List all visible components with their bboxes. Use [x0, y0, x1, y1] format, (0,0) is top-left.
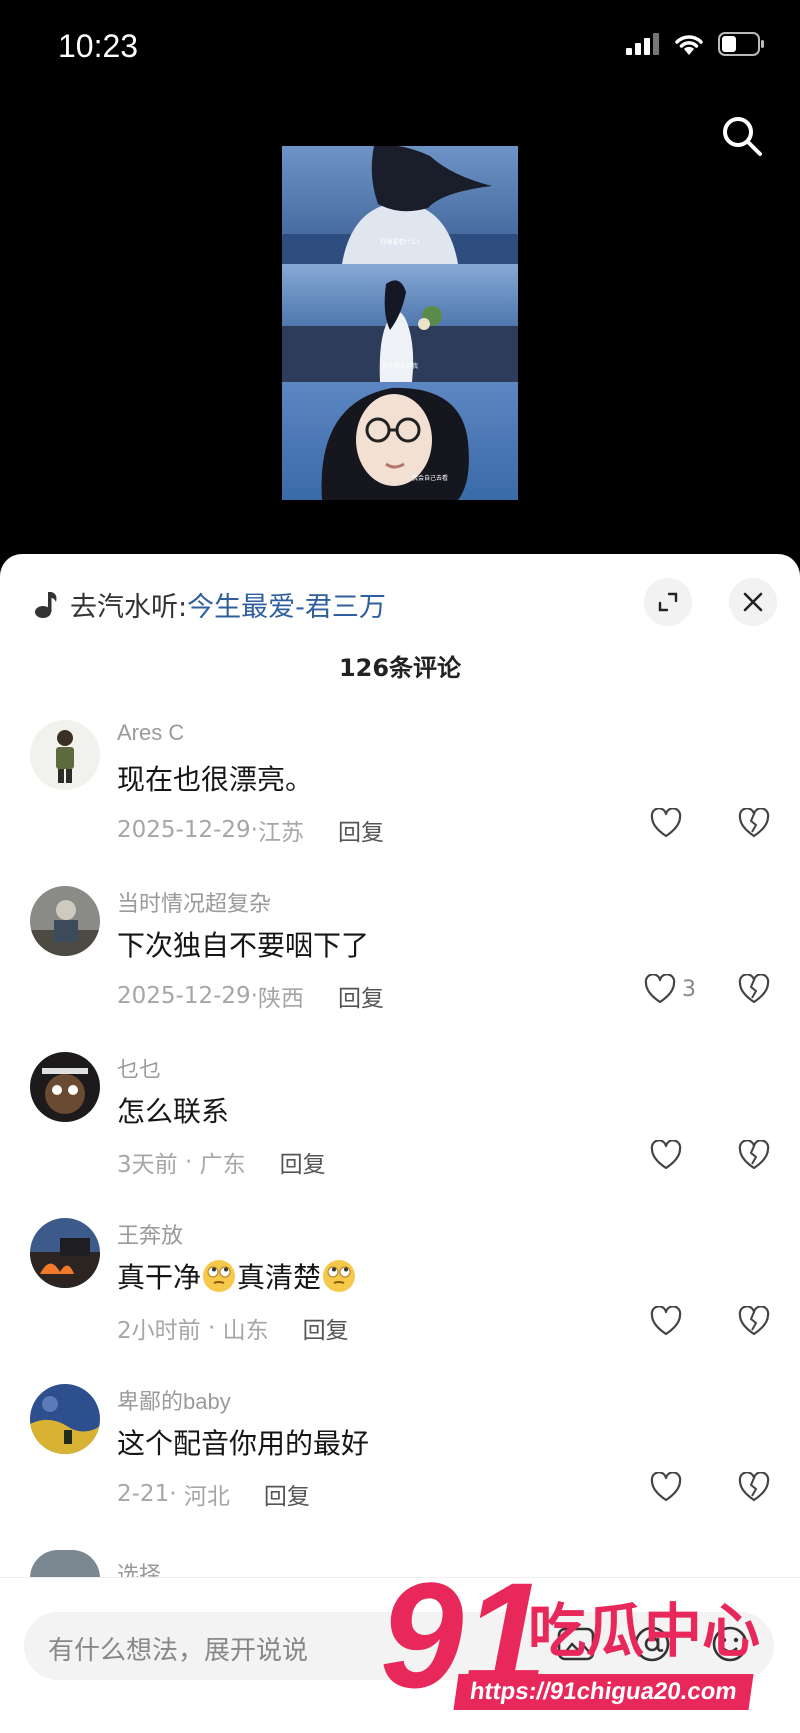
- heart-icon: [650, 1140, 682, 1170]
- watermark: 91 吃瓜中心 https://91chigua20.com: [380, 1560, 800, 1732]
- comment-username[interactable]: 乜乜: [117, 1052, 161, 1084]
- broken-heart-icon: [738, 1471, 770, 1502]
- like-button[interactable]: [650, 1140, 688, 1170]
- video-subtitle-3: 我会自己去看: [412, 474, 448, 482]
- rolling-eyes-emoji-icon: [323, 1260, 356, 1292]
- comment-meta: 2025-12-29 · 陕西 回复: [117, 979, 384, 1013]
- heart-icon: [644, 974, 676, 1004]
- avatar[interactable]: [30, 720, 100, 790]
- comment-text: 下次独自不要咽下了: [117, 929, 370, 962]
- avatar[interactable]: [30, 1218, 100, 1288]
- video-frame-2: 你不用告诉我: [282, 264, 518, 382]
- like-count: 3: [682, 976, 696, 1002]
- comment-meta: 2小时前 · 山东 回复: [117, 1311, 349, 1345]
- comment-region: 江苏: [257, 820, 304, 846]
- comment-count: 126条评论: [338, 654, 462, 682]
- like-button[interactable]: 3: [644, 974, 696, 1004]
- comment-meta: 2025-12-29 · 江苏 回复: [117, 813, 384, 847]
- comment-item: 王奔放 真干净 真清楚 2小时前 · 山东 回复: [0, 1218, 800, 1384]
- music-note-icon: [34, 590, 58, 618]
- comment-date: 2-21: [117, 1481, 170, 1507]
- reply-button[interactable]: 回复: [338, 813, 384, 847]
- heart-icon: [650, 1306, 682, 1336]
- close-icon: [743, 592, 763, 612]
- comment-date: 2025-12-29: [117, 983, 251, 1009]
- comment-date: 2小时前: [117, 1318, 201, 1344]
- comment-text-part: 真干净: [117, 1261, 202, 1294]
- avatar[interactable]: [30, 886, 100, 956]
- comment-item: 当时情况超复杂 下次独自不要咽下了 2025-12-29 · 陕西 回复 3: [0, 886, 800, 1052]
- dislike-button[interactable]: [738, 1471, 770, 1506]
- video-frame-3: 我会自己去看: [282, 382, 518, 500]
- comment-date: 2025-12-29: [117, 817, 251, 843]
- search-button[interactable]: [714, 108, 770, 164]
- video-frame-1: 你想要看什么?: [282, 146, 518, 264]
- like-button[interactable]: [650, 808, 688, 838]
- comment-username[interactable]: 选择: [117, 1557, 161, 1579]
- comment-meta: 2-21 · 河北 回复: [117, 1477, 310, 1511]
- search-icon: [723, 117, 762, 156]
- dislike-button[interactable]: [738, 1139, 770, 1174]
- reply-button[interactable]: 回复: [280, 1145, 326, 1179]
- heart-icon: [650, 808, 682, 838]
- rolling-eyes-emoji-icon: [203, 1260, 236, 1292]
- watermark-text: 吃瓜中心: [528, 1597, 761, 1665]
- status-bar: 10:23: [0, 0, 800, 100]
- expand-button[interactable]: [644, 578, 692, 626]
- broken-heart-icon: [738, 1139, 770, 1170]
- dislike-button[interactable]: [738, 1305, 770, 1340]
- reply-button[interactable]: 回复: [338, 979, 384, 1013]
- battery-icon: [718, 32, 764, 56]
- comment-username[interactable]: 卑鄙的baby: [117, 1384, 231, 1416]
- comment-username[interactable]: Ares C: [117, 720, 184, 746]
- avatar[interactable]: [30, 1550, 100, 1578]
- comment-item: Ares C 现在也很漂亮。 2025-12-29 · 江苏 回复: [0, 720, 800, 886]
- comment-text: 这个配音你用的最好: [117, 1427, 370, 1460]
- reply-button[interactable]: 回复: [264, 1477, 310, 1511]
- status-time: 10:23: [58, 28, 139, 64]
- comment-text-part: 真清楚: [237, 1261, 322, 1294]
- comment-item: 卑鄙的baby 这个配音你用的最好 2-21 · 河北 回复: [0, 1384, 800, 1550]
- dislike-button[interactable]: [738, 973, 770, 1008]
- music-link-row[interactable]: 去汽水听: 今生最爱-君三万: [34, 582, 386, 626]
- broken-heart-icon: [738, 973, 770, 1004]
- video-preview[interactable]: 你想要看什么? 你不用告诉我 我会自己去看: [282, 146, 518, 500]
- watermark-url: https://91chigua20.com: [453, 1674, 754, 1710]
- comment-region: 山东: [222, 1318, 269, 1344]
- status-icons: [626, 32, 766, 56]
- expand-icon: [658, 592, 678, 612]
- avatar[interactable]: [30, 1384, 100, 1454]
- avatar[interactable]: [30, 1052, 100, 1122]
- comment-text: 怎么联系: [117, 1095, 230, 1128]
- comment-username[interactable]: 王奔放: [117, 1218, 183, 1250]
- comment-text: 真干净 真清楚: [117, 1256, 357, 1296]
- video-subtitle-1: 你想要看什么?: [380, 238, 419, 246]
- like-button[interactable]: [650, 1472, 688, 1502]
- comment-text: 现在也很漂亮。: [117, 763, 314, 796]
- video-subtitle-2: 你不用告诉我: [382, 362, 418, 370]
- comment-region: 陕西: [257, 986, 304, 1012]
- comment-date: 3天前: [117, 1152, 178, 1178]
- broken-heart-icon: [738, 807, 770, 838]
- music-prefix: 去汽水听:: [70, 591, 188, 623]
- broken-heart-icon: [738, 1305, 770, 1336]
- comment-username[interactable]: 当时情况超复杂: [117, 886, 271, 918]
- heart-icon: [650, 1472, 682, 1502]
- reply-button[interactable]: 回复: [303, 1311, 349, 1345]
- comment-region: 河北: [183, 1484, 230, 1510]
- comment-item: 乜乜 怎么联系 3天前 · 广东 回复: [0, 1052, 800, 1218]
- comment-region: 广东: [199, 1152, 246, 1178]
- comment-meta: 3天前 · 广东 回复: [117, 1145, 326, 1179]
- like-button[interactable]: [650, 1306, 688, 1336]
- dislike-button[interactable]: [738, 807, 770, 842]
- close-button[interactable]: [729, 578, 777, 626]
- signal-icon: [626, 33, 659, 55]
- wifi-icon: [675, 35, 703, 55]
- comment-input-placeholder: 有什么想法，展开说说: [48, 1636, 309, 1666]
- music-title-link[interactable]: 今生最爱-君三万: [187, 585, 386, 624]
